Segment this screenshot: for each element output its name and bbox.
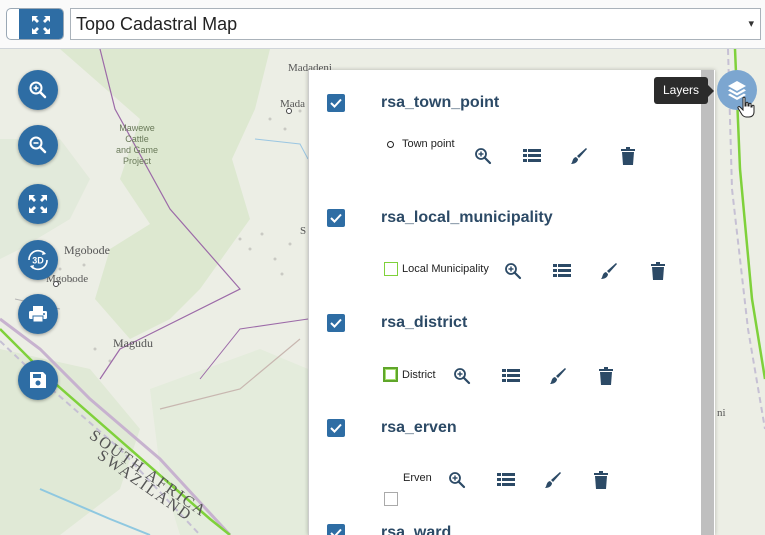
paint-brush-icon [550, 368, 566, 384]
checkmark-icon [330, 98, 342, 108]
place-label: Magudu [113, 336, 153, 350]
trash-icon [594, 471, 608, 489]
table-list-icon [502, 369, 520, 382]
trash-icon [599, 367, 613, 385]
layer-visibility-checkbox[interactable] [327, 94, 345, 112]
layer-visibility-checkbox[interactable] [327, 209, 345, 227]
checkmark-icon [330, 528, 342, 535]
chevron-down-icon: ▾ [748, 18, 754, 30]
layer-visibility-checkbox[interactable] [327, 419, 345, 437]
paint-brush-icon [545, 472, 561, 488]
attribute-table-button[interactable] [521, 145, 543, 167]
paint-brush-icon [601, 263, 617, 279]
style-layer-button[interactable] [547, 365, 569, 387]
place-label: Mada [280, 98, 306, 110]
zoom-in-icon [29, 81, 47, 99]
print-button[interactable] [18, 294, 58, 334]
zoom-in-icon [505, 263, 522, 280]
table-list-icon [523, 149, 541, 162]
point-symbol-icon [387, 140, 394, 148]
printer-icon [29, 306, 47, 323]
zoom-out-icon [29, 136, 47, 154]
full-extent-button[interactable] [18, 184, 58, 224]
place-label: ni [717, 407, 726, 419]
remove-layer-button[interactable] [647, 260, 669, 282]
attribute-table-button[interactable] [495, 469, 517, 491]
paint-brush-icon [571, 148, 587, 164]
trash-icon [651, 262, 665, 280]
town-point-marker [286, 108, 292, 114]
hand-cursor-icon [737, 96, 755, 118]
layer-name: rsa_erven [381, 419, 457, 436]
zoom-to-layer-button[interactable] [472, 145, 494, 167]
layers-panel-scrollbar[interactable] [701, 70, 714, 535]
layers-panel: rsa_town_point Town point rsa_local_muni… [308, 70, 715, 535]
layer-name: rsa_district [381, 314, 468, 331]
attribute-table-button[interactable] [551, 260, 573, 282]
attribute-table-button[interactable] [500, 365, 522, 387]
remove-layer-button[interactable] [590, 469, 612, 491]
legend-label: Local Municipality [402, 263, 489, 275]
zoom-in-icon [449, 472, 466, 489]
trash-icon [621, 147, 635, 165]
zoom-to-layer-button[interactable] [451, 365, 473, 387]
style-layer-button[interactable] [598, 260, 620, 282]
place-label: Mgobode [64, 243, 110, 257]
fullscreen-toggle-button[interactable] [6, 8, 64, 40]
polygon-symbol-icon [383, 367, 398, 382]
top-toolbar: Topo Cadastral Map ▾ [0, 0, 765, 49]
style-layer-button[interactable] [542, 469, 564, 491]
layer-visibility-checkbox[interactable] [327, 524, 345, 535]
legend-label: Town point [402, 138, 455, 150]
place-label: S [300, 225, 307, 237]
layer-name: rsa_ward [381, 524, 452, 535]
style-layer-button[interactable] [568, 145, 590, 167]
legend-label: Erven [403, 472, 432, 484]
checkmark-icon [330, 213, 342, 223]
save-icon [30, 372, 46, 388]
expand-arrows-icon [32, 16, 50, 34]
zoom-in-button[interactable] [18, 70, 58, 110]
polygon-symbol-icon [384, 262, 398, 276]
remove-layer-button[interactable] [595, 365, 617, 387]
basemap-select[interactable]: Topo Cadastral Map ▾ [70, 8, 761, 40]
layer-legend: Town point [387, 138, 455, 150]
save-button[interactable] [18, 360, 58, 400]
expand-arrows-icon [29, 195, 47, 213]
table-list-icon [497, 473, 515, 486]
3d-view-button[interactable]: 3D [18, 240, 58, 280]
zoom-in-icon [454, 368, 471, 385]
polygon-symbol-icon [384, 492, 398, 506]
table-list-icon [553, 264, 571, 277]
rotate-3d-icon: 3D [28, 249, 48, 271]
checkmark-icon [330, 318, 342, 328]
svg-text:3D: 3D [32, 256, 44, 266]
park-label: Mawewe Cattle and Game Project [115, 123, 159, 166]
zoom-to-layer-button[interactable] [446, 469, 468, 491]
basemap-select-value: Topo Cadastral Map [76, 14, 238, 34]
layer-visibility-checkbox[interactable] [327, 314, 345, 332]
zoom-in-icon [475, 148, 492, 165]
checkmark-icon [330, 423, 342, 433]
zoom-to-layer-button[interactable] [502, 260, 524, 282]
town-point-marker [53, 281, 59, 287]
layer-legend: Local Municipality [384, 262, 489, 276]
zoom-out-button[interactable] [18, 125, 58, 165]
layer-name: rsa_town_point [381, 94, 500, 111]
layer-legend: District [383, 367, 436, 382]
remove-layer-button[interactable] [617, 145, 639, 167]
layers-tooltip: Layers [654, 77, 715, 104]
layer-name: rsa_local_municipality [381, 209, 553, 226]
legend-label: District [402, 368, 436, 381]
